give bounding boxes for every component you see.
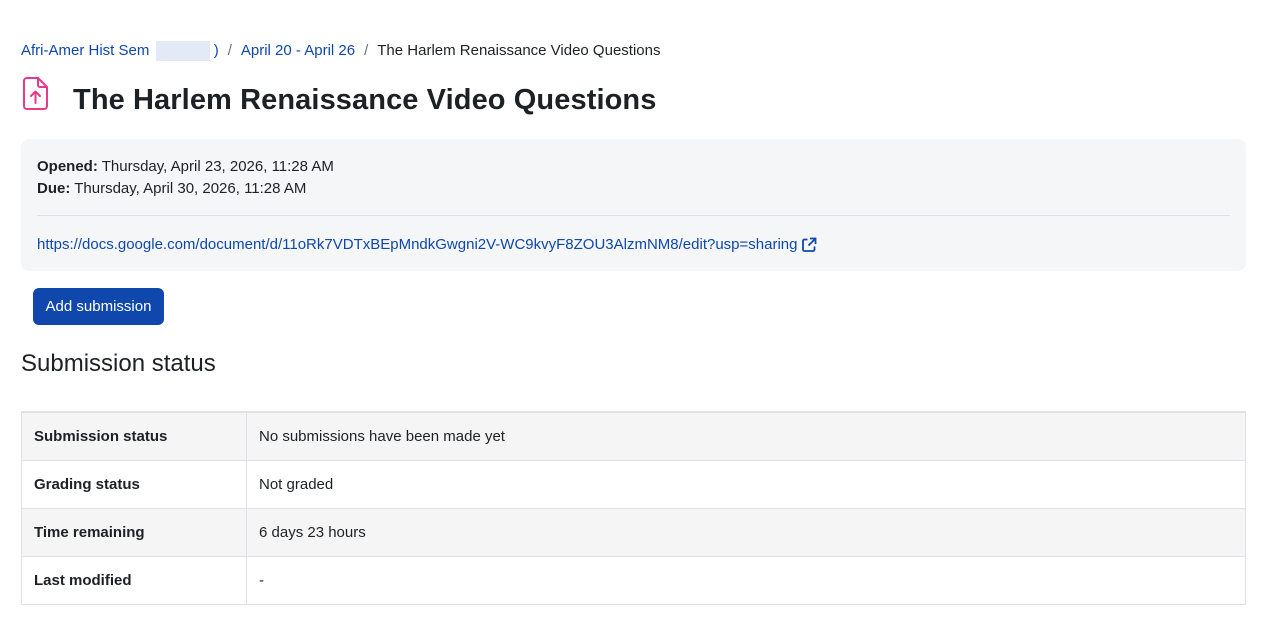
table-row: Grading status Not graded <box>21 460 1246 509</box>
add-submission-button[interactable]: Add submission <box>33 288 164 325</box>
due-value: Thursday, April 30, 2026, 11:28 AM <box>74 180 307 197</box>
row-value: Not graded <box>246 460 1246 509</box>
activity-info-box: Opened: Thursday, April 23, 2026, 11:28 … <box>21 139 1246 271</box>
submission-status-table: Submission status No submissions have be… <box>21 411 1246 605</box>
row-label: Time remaining <box>21 508 247 557</box>
row-label: Last modified <box>21 556 247 605</box>
opened-label: Opened: <box>37 158 98 175</box>
breadcrumb-current: The Harlem Renaissance Video Questions <box>377 42 661 60</box>
row-value: - <box>246 556 1246 605</box>
table-row: Time remaining 6 days 23 hours <box>21 508 1246 557</box>
breadcrumb-week-link[interactable]: April 20 - April 26 <box>241 41 355 61</box>
redacted-region <box>155 41 210 62</box>
page-header: The Harlem Renaissance Video Questions <box>21 76 656 117</box>
row-value: 6 days 23 hours <box>246 508 1246 557</box>
google-doc-link-text: https://docs.google.com/document/d/11oRk… <box>37 236 798 253</box>
external-link-icon <box>801 237 817 253</box>
breadcrumb-separator: / <box>364 42 369 60</box>
assignment-upload-icon <box>21 76 61 117</box>
row-label: Submission status <box>21 411 247 461</box>
breadcrumb-course-label: Afri-Amer Hist Sem <box>21 42 150 59</box>
google-doc-link[interactable]: https://docs.google.com/document/d/11oRk… <box>37 234 817 256</box>
breadcrumb: Afri-Amer Hist Sem ) / April 20 - April … <box>21 41 661 62</box>
submission-status-heading: Submission status <box>21 350 216 377</box>
page-title: The Harlem Renaissance Video Questions <box>73 84 657 116</box>
breadcrumb-course-suffix: ) <box>213 42 219 59</box>
due-label: Due: <box>37 180 71 197</box>
table-row: Submission status No submissions have be… <box>21 411 1246 461</box>
opened-value: Thursday, April 23, 2026, 11:28 AM <box>101 158 334 175</box>
row-value: No submissions have been made yet <box>246 411 1246 461</box>
assignment-page: Afri-Amer Hist Sem ) / April 20 - April … <box>0 0 1261 626</box>
breadcrumb-separator: / <box>227 42 232 60</box>
info-divider <box>37 215 1230 216</box>
row-label: Grading status <box>21 460 247 509</box>
due-date: Due: Thursday, April 30, 2026, 11:28 AM <box>37 178 334 200</box>
breadcrumb-course-link[interactable]: Afri-Amer Hist Sem ) <box>21 41 219 62</box>
table-row: Last modified - <box>21 556 1246 605</box>
activity-dates: Opened: Thursday, April 23, 2026, 11:28 … <box>37 156 334 200</box>
opened-date: Opened: Thursday, April 23, 2026, 11:28 … <box>37 156 334 178</box>
